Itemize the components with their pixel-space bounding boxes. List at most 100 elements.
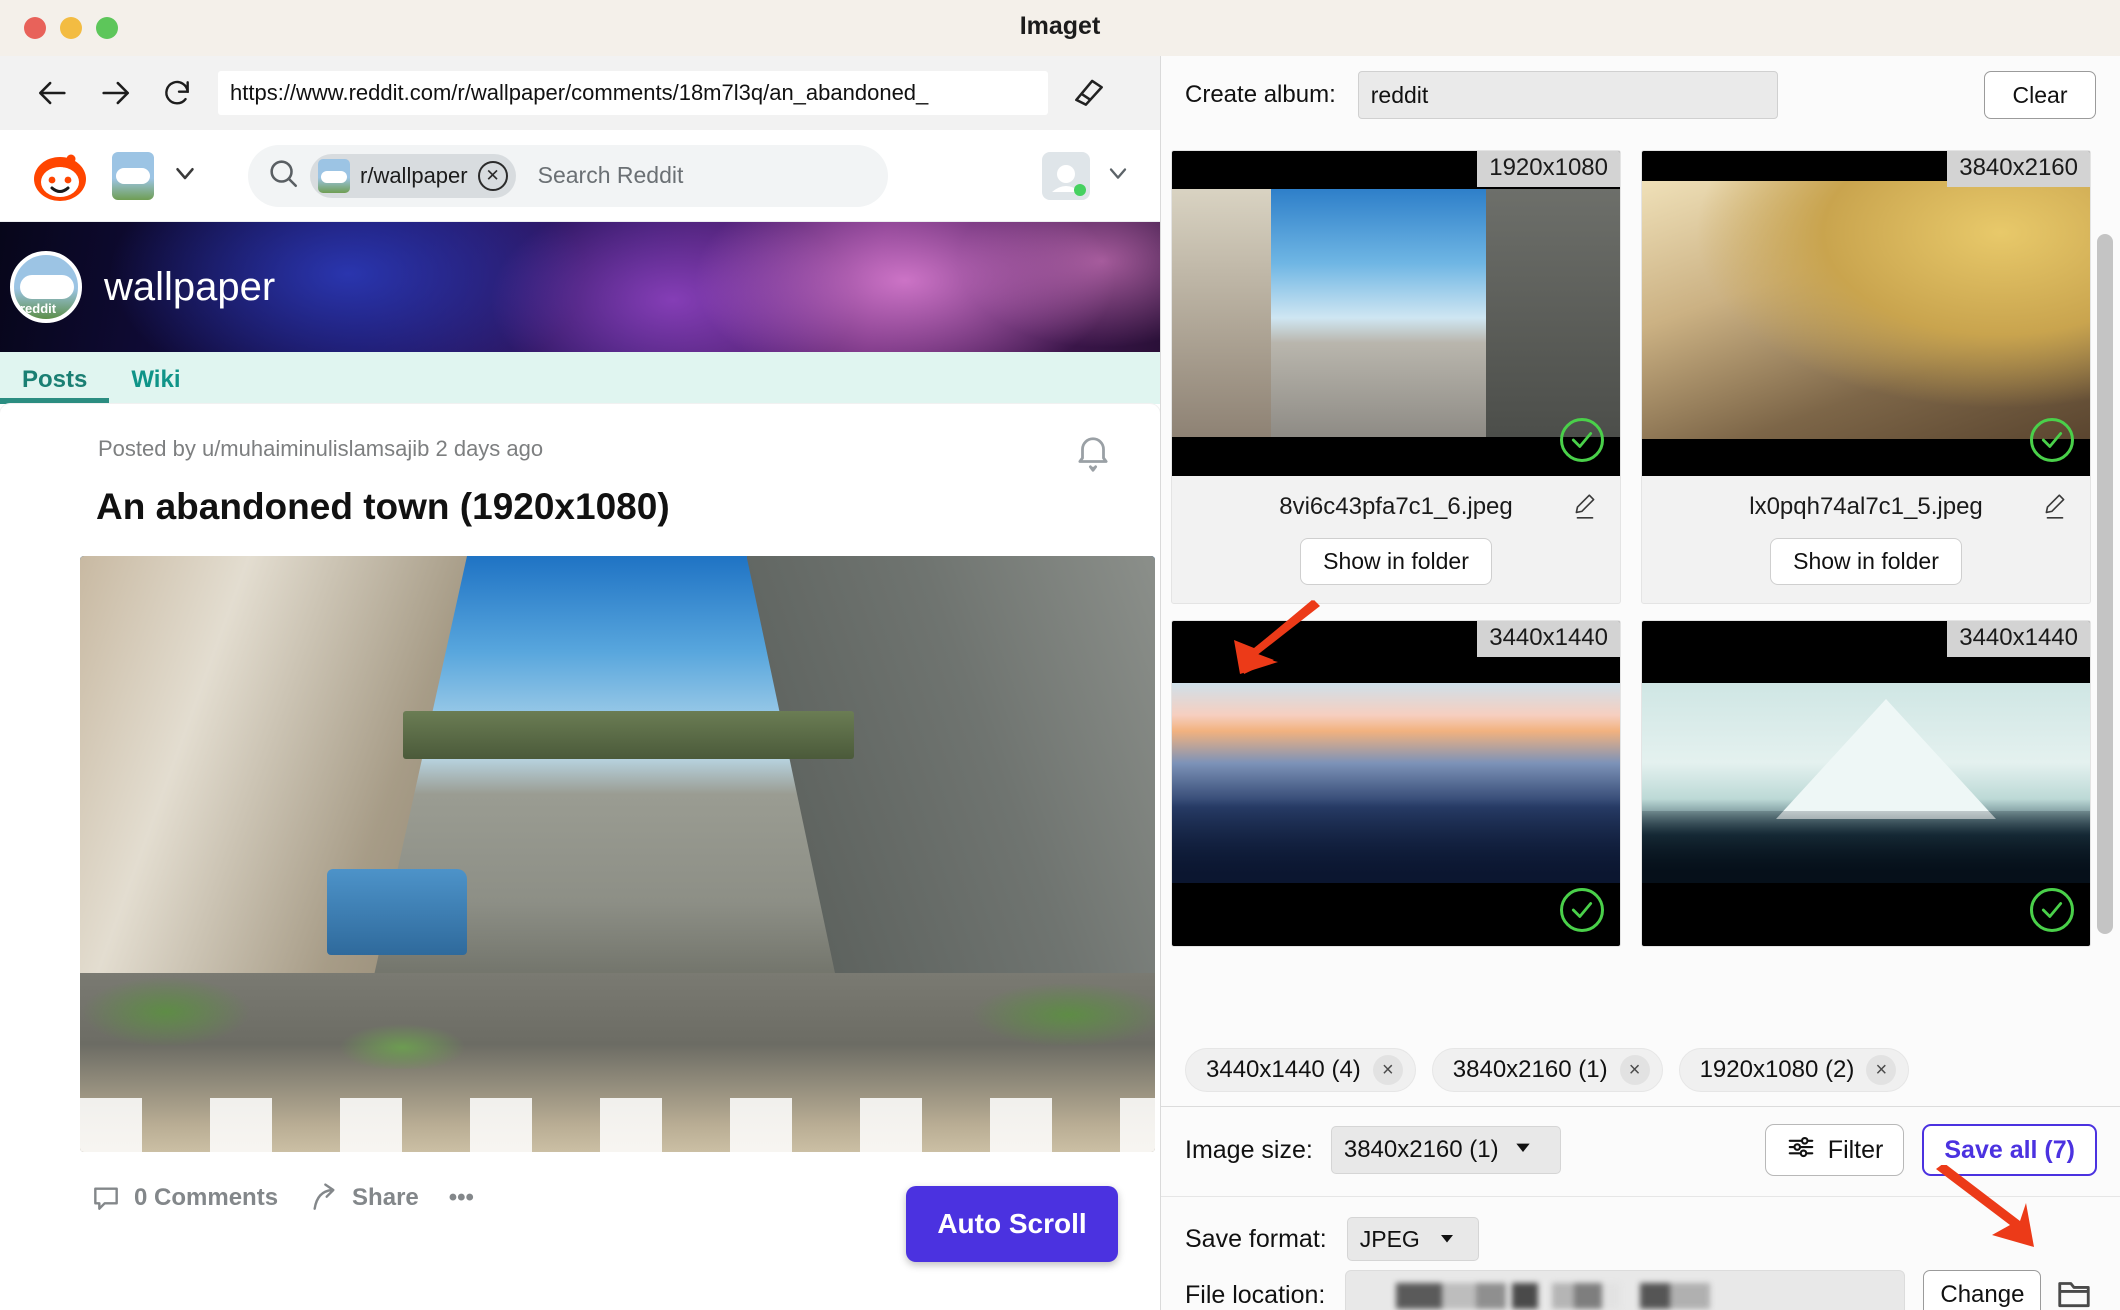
post-image[interactable] (80, 556, 1155, 1152)
chevron-down-icon[interactable] (170, 158, 200, 193)
selected-check-icon[interactable] (2030, 418, 2074, 462)
filter-button[interactable]: Filter (1764, 1124, 1905, 1176)
filter-chip-label: 1920x1080 (2) (1699, 1056, 1855, 1083)
reader-mode-icon[interactable] (1070, 73, 1110, 113)
save-all-button[interactable]: Save all (7) (1922, 1124, 2097, 1176)
page-title: An abandoned town (1920x1080) (96, 486, 670, 527)
window-title: Imaget (1019, 12, 1101, 40)
comments-button[interactable]: 0 Comments (90, 1182, 278, 1214)
reddit-post-card: Posted by u/muhaiminulislamsajib 2 days … (0, 404, 1160, 1310)
create-album-row: Create album: Clear (1161, 56, 2120, 134)
save-settings-section: Save format: JPEG File location: Change (1161, 1196, 2120, 1310)
filter-chip[interactable]: 1920x1080 (2) × (1678, 1048, 1910, 1092)
selected-check-icon[interactable] (1560, 418, 1604, 462)
imaget-app-window: Imaget https://www.reddit.com/r/wallpape… (0, 0, 2120, 1310)
resolution-badge: 3840x2160 (1947, 151, 2090, 187)
image-filename-row: lx0pqh74al7c1_5.jpeg (1642, 476, 2090, 538)
file-location-redacted-value (1396, 1283, 1776, 1309)
show-in-folder-button[interactable]: Show in folder (1300, 538, 1492, 585)
avatar[interactable] (1042, 151, 1090, 200)
change-location-button[interactable]: Change (1923, 1270, 2042, 1310)
file-location-row: File location: Change (1185, 1267, 2097, 1310)
back-arrow-icon[interactable] (30, 70, 76, 116)
filter-sliders-icon (1786, 1132, 1816, 1169)
notification-bell-icon[interactable] (1072, 428, 1114, 479)
comments-label: 0 Comments (134, 1184, 279, 1211)
image-filename: 8vi6c43pfa7c1_6.jpeg (1279, 493, 1513, 520)
results-scrollbar[interactable] (2097, 234, 2113, 934)
remove-chip-icon[interactable]: × (1619, 1055, 1650, 1085)
search-chip-label: r/wallpaper (360, 162, 468, 188)
chevron-down-icon (1513, 1136, 1533, 1164)
address-bar-input[interactable] (218, 71, 1048, 115)
reddit-webview: r/wallpaper ✕ Search Reddit wallpaper Po… (0, 130, 1160, 1310)
create-album-label: Create album: (1185, 81, 1336, 108)
image-thumbnail[interactable]: 3440x1440 (1172, 621, 1620, 946)
reddit-search-bar[interactable]: r/wallpaper ✕ Search Reddit (248, 144, 888, 207)
remove-chip-icon[interactable]: × (1372, 1055, 1403, 1085)
tab-posts[interactable]: Posts (0, 366, 110, 404)
post-meta: Posted by u/muhaiminulislamsajib 2 days … (98, 436, 544, 461)
image-results-grid: 1920x1080 8vi6c43pfa7c1_6.jpeg Show in f… (1171, 134, 2120, 947)
image-size-select[interactable]: 3840x2160 (1) (1330, 1126, 1561, 1174)
edit-filename-pencil-icon[interactable] (2042, 492, 2068, 525)
share-label: Share (352, 1184, 419, 1211)
chevron-down-icon (1438, 1226, 1456, 1253)
save-format-row: Save format: JPEG (1185, 1211, 2097, 1267)
image-thumbnail[interactable]: 1920x1080 (1172, 151, 1620, 476)
remove-chip-icon[interactable]: × (1866, 1055, 1897, 1085)
selected-check-icon[interactable] (2030, 888, 2074, 932)
image-card[interactable]: 3440x1440 (1641, 620, 2091, 947)
image-card[interactable]: 3440x1440 (1171, 620, 1621, 947)
image-card[interactable]: 1920x1080 8vi6c43pfa7c1_6.jpeg Show in f… (1171, 150, 1621, 604)
edit-filename-pencil-icon[interactable] (1572, 492, 1598, 525)
file-location-field[interactable] (1345, 1270, 1906, 1310)
resolution-badge: 1920x1080 (1477, 151, 1620, 187)
panel-divider (1161, 1106, 2120, 1107)
filter-chip[interactable]: 3840x2160 (1) × (1431, 1048, 1663, 1092)
resolution-badge: 3440x1440 (1947, 621, 2090, 657)
selected-check-icon[interactable] (1560, 888, 1604, 932)
save-format-value: JPEG (1359, 1225, 1420, 1252)
thumbnail-art (1642, 683, 2090, 883)
reload-icon[interactable] (154, 70, 200, 116)
window-titlebar: Imaget (0, 0, 2120, 56)
reddit-header-right (1042, 151, 1132, 200)
folder-icon[interactable] (2055, 1274, 2093, 1310)
filter-chip-label: 3840x2160 (1) (1452, 1056, 1608, 1083)
clear-search-chip-icon[interactable]: ✕ (477, 160, 508, 191)
save-format-select[interactable]: JPEG (1346, 1217, 1479, 1261)
post-more-button[interactable]: ••• (449, 1184, 474, 1212)
share-button[interactable]: Share (308, 1182, 419, 1214)
show-in-folder-button[interactable]: Show in folder (1770, 538, 1962, 585)
image-size-label: Image size: (1185, 1135, 1313, 1164)
image-card[interactable]: 3840x2160 lx0pqh74al7c1_5.jpeg Show in f… (1641, 150, 2091, 604)
file-location-label: File location: (1185, 1280, 1326, 1309)
tab-wiki[interactable]: Wiki (109, 366, 202, 404)
save-format-label: Save format: (1185, 1224, 1327, 1253)
image-thumbnail[interactable]: 3840x2160 (1642, 151, 2090, 476)
search-icon (266, 156, 300, 195)
subreddit-avatar-small[interactable] (112, 151, 154, 200)
reddit-logo-icon[interactable] (30, 149, 90, 203)
image-filename: lx0pqh74al7c1_5.jpeg (1749, 493, 1983, 520)
image-size-value: 3840x2160 (1) (1343, 1136, 1499, 1163)
subreddit-avatar[interactable] (10, 251, 82, 323)
auto-scroll-button[interactable]: Auto Scroll (906, 1186, 1118, 1262)
thumbnail-art (1642, 181, 2090, 439)
user-menu-chevron-icon[interactable] (1104, 159, 1132, 192)
image-thumbnail[interactable]: 3440x1440 (1642, 621, 2090, 946)
album-name-input[interactable] (1357, 71, 1778, 119)
resolution-filter-chips: 3440x1440 (4) × 3840x2160 (1) × 1920x108… (1161, 1034, 2120, 1106)
search-subreddit-chip[interactable]: r/wallpaper ✕ (310, 153, 516, 198)
thumbnail-art (1172, 189, 1620, 437)
reddit-header: r/wallpaper ✕ Search Reddit (0, 130, 1160, 222)
thumbnail-art (1172, 683, 1620, 883)
subreddit-chip-avatar (318, 158, 350, 193)
clear-button[interactable]: Clear (1984, 71, 2096, 119)
imaget-panel: Create album: Clear 1920x1080 8vi6c43pf (1160, 56, 2120, 1310)
filter-chip[interactable]: 3440x1440 (4) × (1185, 1048, 1416, 1092)
forward-arrow-icon[interactable] (92, 70, 138, 116)
search-input[interactable]: Search Reddit (538, 162, 684, 189)
image-filename-row: 8vi6c43pfa7c1_6.jpeg (1172, 476, 1620, 538)
